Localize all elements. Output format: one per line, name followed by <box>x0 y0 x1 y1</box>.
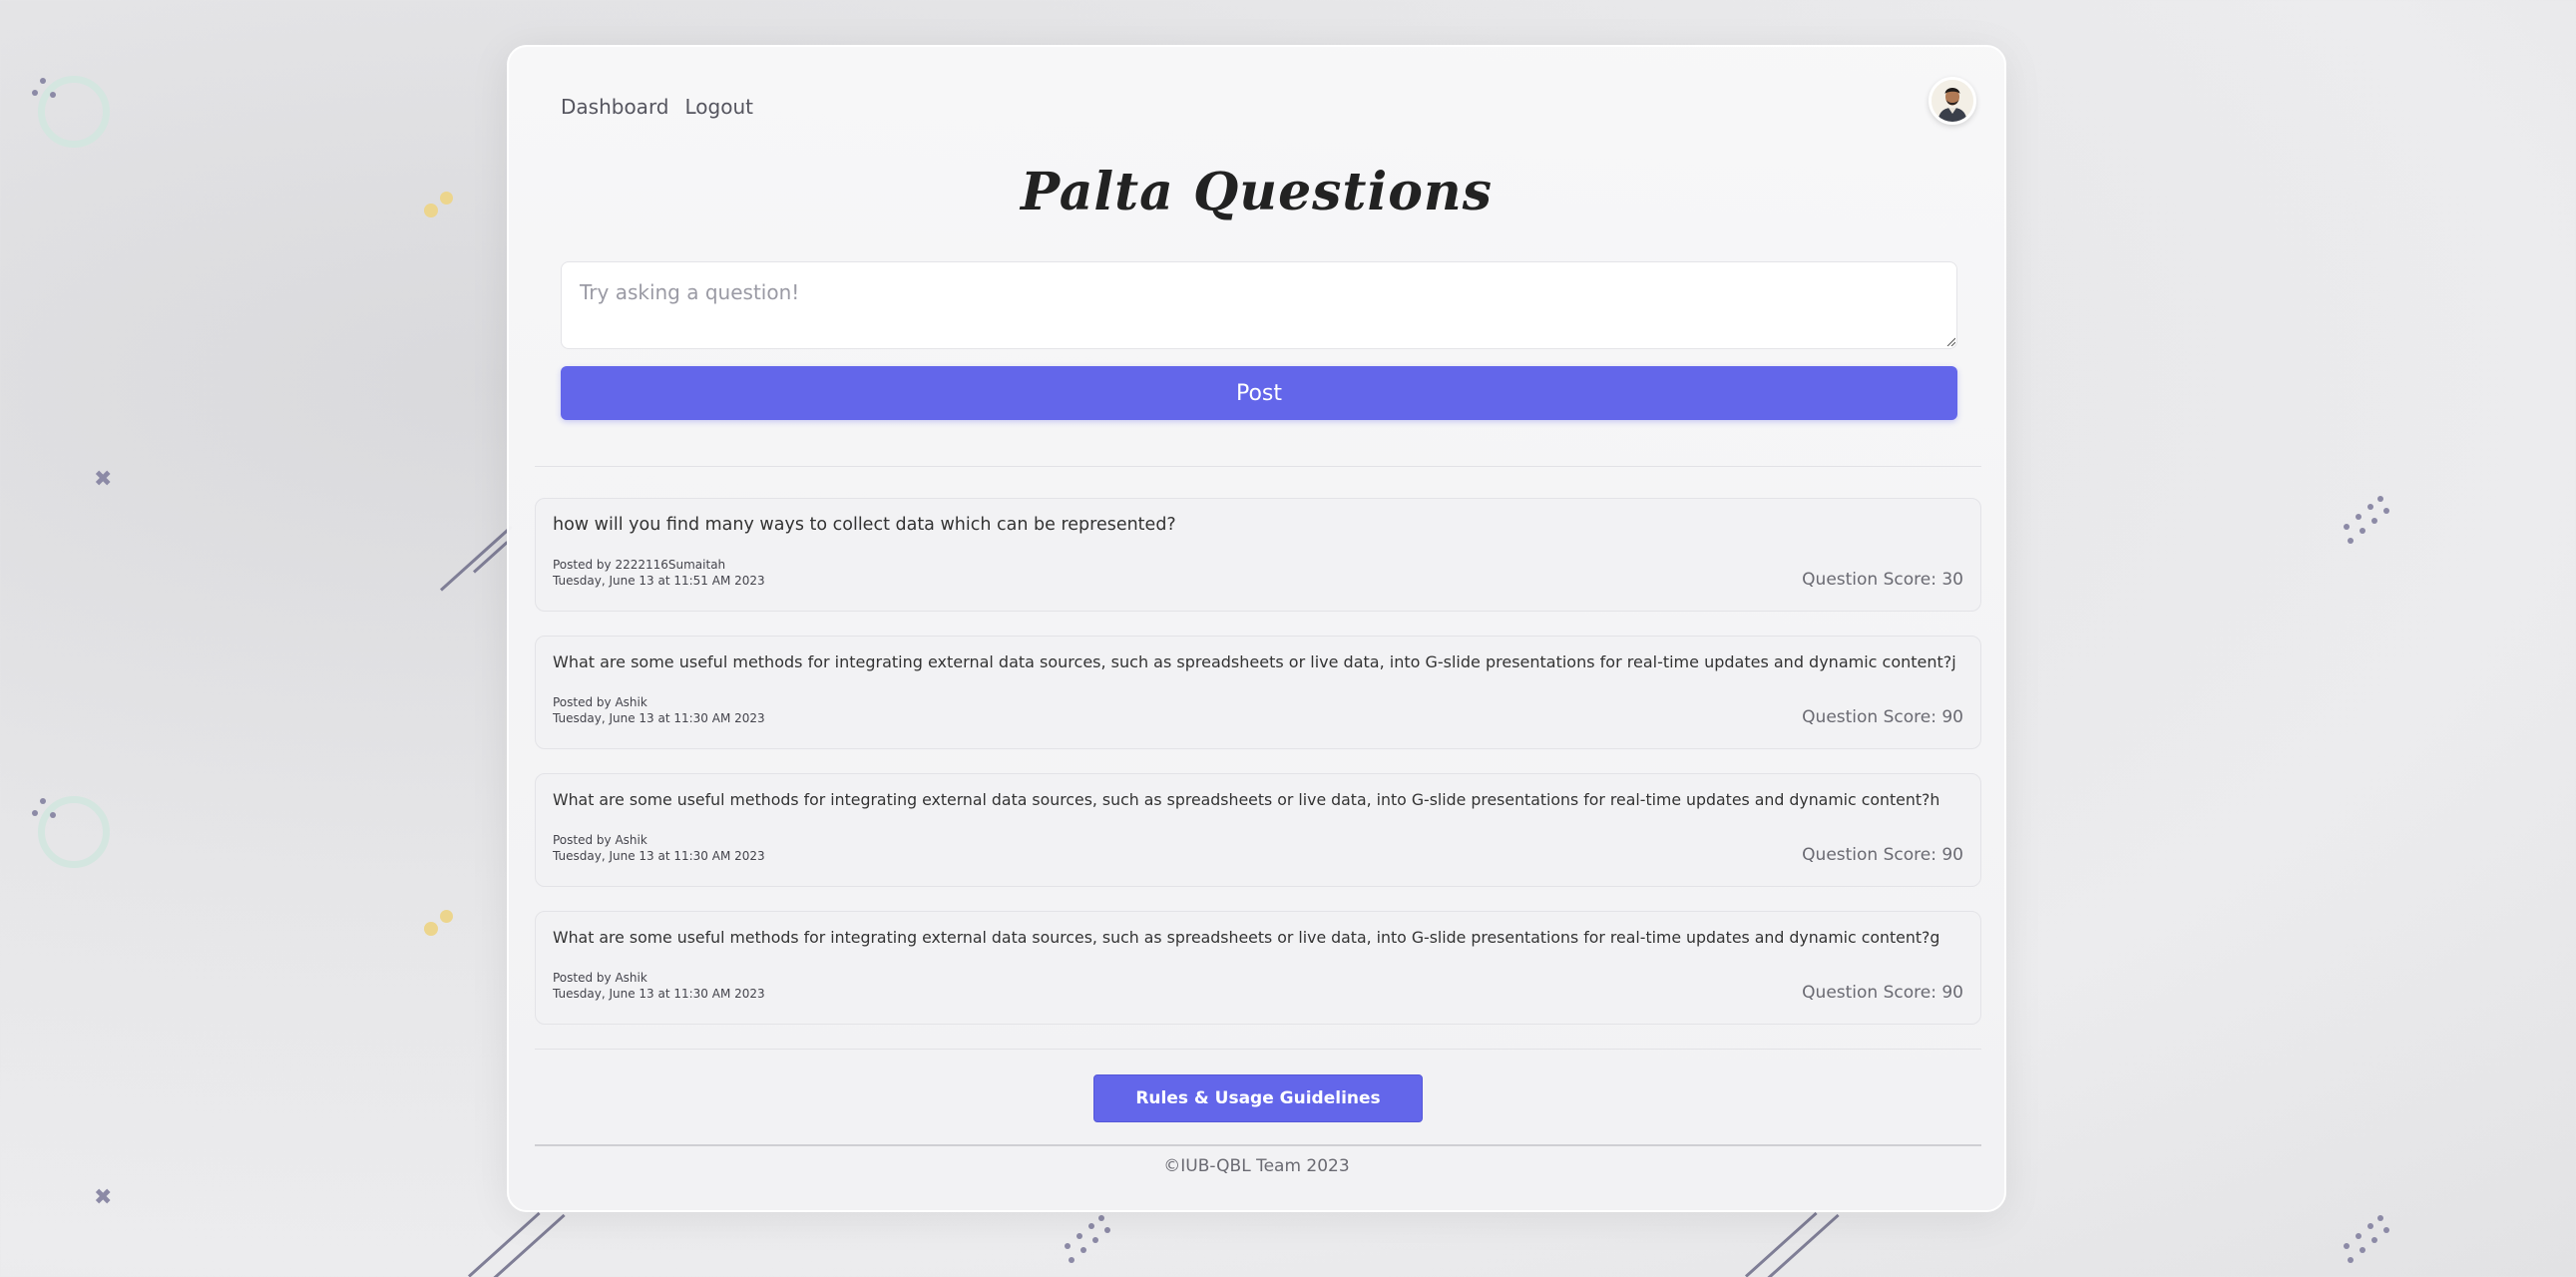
nav-dashboard-link[interactable]: Dashboard <box>561 95 669 119</box>
decor-dots-top-left <box>30 76 70 106</box>
question-card[interactable]: What are some useful methods for integra… <box>535 773 1981 887</box>
decor-yellow-dots-2 <box>424 908 464 948</box>
top-nav: Dashboard Logout <box>561 95 753 119</box>
decor-dots-mid-left <box>30 796 70 826</box>
question-score: Question Score: 90 <box>1802 707 1963 727</box>
decor-dots-right-2 <box>2340 1215 2389 1270</box>
question-meta: Posted by Ashik Tuesday, June 13 at 11:3… <box>553 694 765 726</box>
decor-cross-1: ✖ <box>94 467 113 492</box>
question-meta: Posted by Ashik Tuesday, June 13 at 11:3… <box>553 970 765 1002</box>
footer-divider <box>535 1144 1981 1146</box>
question-text: how will you find many ways to collect d… <box>553 515 1176 535</box>
question-input[interactable] <box>561 261 1957 349</box>
rules-guidelines-button[interactable]: Rules & Usage Guidelines <box>1093 1074 1423 1122</box>
decor-diagonal-1 <box>439 525 513 592</box>
resize-grip-icon[interactable] <box>1945 336 1955 346</box>
question-text: What are some useful methods for integra… <box>553 790 1940 809</box>
question-score: Question Score: 90 <box>1802 845 1963 865</box>
main-card: Dashboard Logout Palta Questions Post ho… <box>507 45 2006 1212</box>
decor-dots-right-1 <box>2340 496 2389 551</box>
question-card[interactable]: What are some useful methods for integra… <box>535 911 1981 1025</box>
question-author: Posted by 2222116Sumaitah <box>553 558 726 572</box>
question-text: What are some useful methods for integra… <box>553 928 1940 947</box>
decor-cross-2: ✖ <box>94 1185 113 1210</box>
question-card[interactable]: What are some useful methods for integra… <box>535 636 1981 749</box>
avatar[interactable] <box>1929 77 1976 125</box>
divider-bottom <box>535 1049 1981 1050</box>
question-date: Tuesday, June 13 at 11:51 AM 2023 <box>553 574 765 588</box>
post-button[interactable]: Post <box>561 366 1957 420</box>
page-title: Palta Questions <box>1021 162 1493 222</box>
footer-copyright: ©IUB-QBL Team 2023 <box>1163 1156 1350 1176</box>
nav-logout-link[interactable]: Logout <box>685 95 753 119</box>
question-date: Tuesday, June 13 at 11:30 AM 2023 <box>553 987 765 1001</box>
question-author: Posted by Ashik <box>553 833 647 847</box>
divider-top <box>535 466 1981 467</box>
user-avatar-icon <box>1932 80 1973 122</box>
question-meta: Posted by Ashik Tuesday, June 13 at 11:3… <box>553 832 765 864</box>
question-author: Posted by Ashik <box>553 695 647 709</box>
question-list: how will you find many ways to collect d… <box>535 498 1981 1049</box>
question-text: What are some useful methods for integra… <box>553 652 1956 671</box>
question-date: Tuesday, June 13 at 11:30 AM 2023 <box>553 849 765 863</box>
decor-dots-bottom-mid <box>1061 1215 1110 1270</box>
question-author: Posted by Ashik <box>553 971 647 985</box>
decor-yellow-dots-1 <box>424 190 464 229</box>
question-meta: Posted by 2222116Sumaitah Tuesday, June … <box>553 557 765 589</box>
question-score: Question Score: 30 <box>1802 570 1963 590</box>
question-score: Question Score: 90 <box>1802 983 1963 1003</box>
question-card[interactable]: how will you find many ways to collect d… <box>535 498 1981 612</box>
question-date: Tuesday, June 13 at 11:30 AM 2023 <box>553 711 765 725</box>
